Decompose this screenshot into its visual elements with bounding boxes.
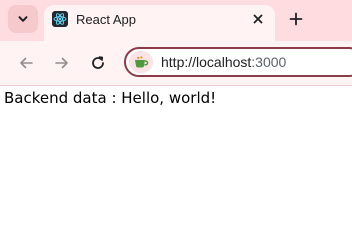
tab-search-button[interactable] <box>8 5 38 33</box>
page-content: Backend data : Hello, world! <box>0 86 352 252</box>
tab-title: React App <box>76 12 136 27</box>
react-icon <box>52 11 68 27</box>
url-port: :3000 <box>251 54 287 70</box>
tab-strip: React App <box>0 0 352 41</box>
reload-icon <box>92 56 104 69</box>
site-info-icon[interactable] <box>129 51 153 73</box>
close-icon[interactable] <box>249 10 267 28</box>
chevron-down-icon <box>18 16 28 22</box>
toolbar: http://localhost:3000 <box>0 41 352 85</box>
address-bar[interactable]: http://localhost:3000 <box>124 47 352 77</box>
browser-window: React App http://localhost:3000 Backend … <box>0 0 352 252</box>
active-tab[interactable]: React App <box>44 5 275 41</box>
url-text: http://localhost:3000 <box>161 54 286 70</box>
reload-button[interactable] <box>86 51 110 75</box>
url-host: http://localhost <box>161 54 252 70</box>
new-tab-button[interactable] <box>284 7 308 31</box>
arrow-left-icon <box>20 57 33 69</box>
arrow-right-icon <box>55 57 68 69</box>
back-button[interactable] <box>14 51 38 75</box>
plus-icon <box>289 12 303 26</box>
backend-data-text: Backend data : Hello, world! <box>4 89 217 107</box>
forward-button[interactable] <box>50 51 74 75</box>
